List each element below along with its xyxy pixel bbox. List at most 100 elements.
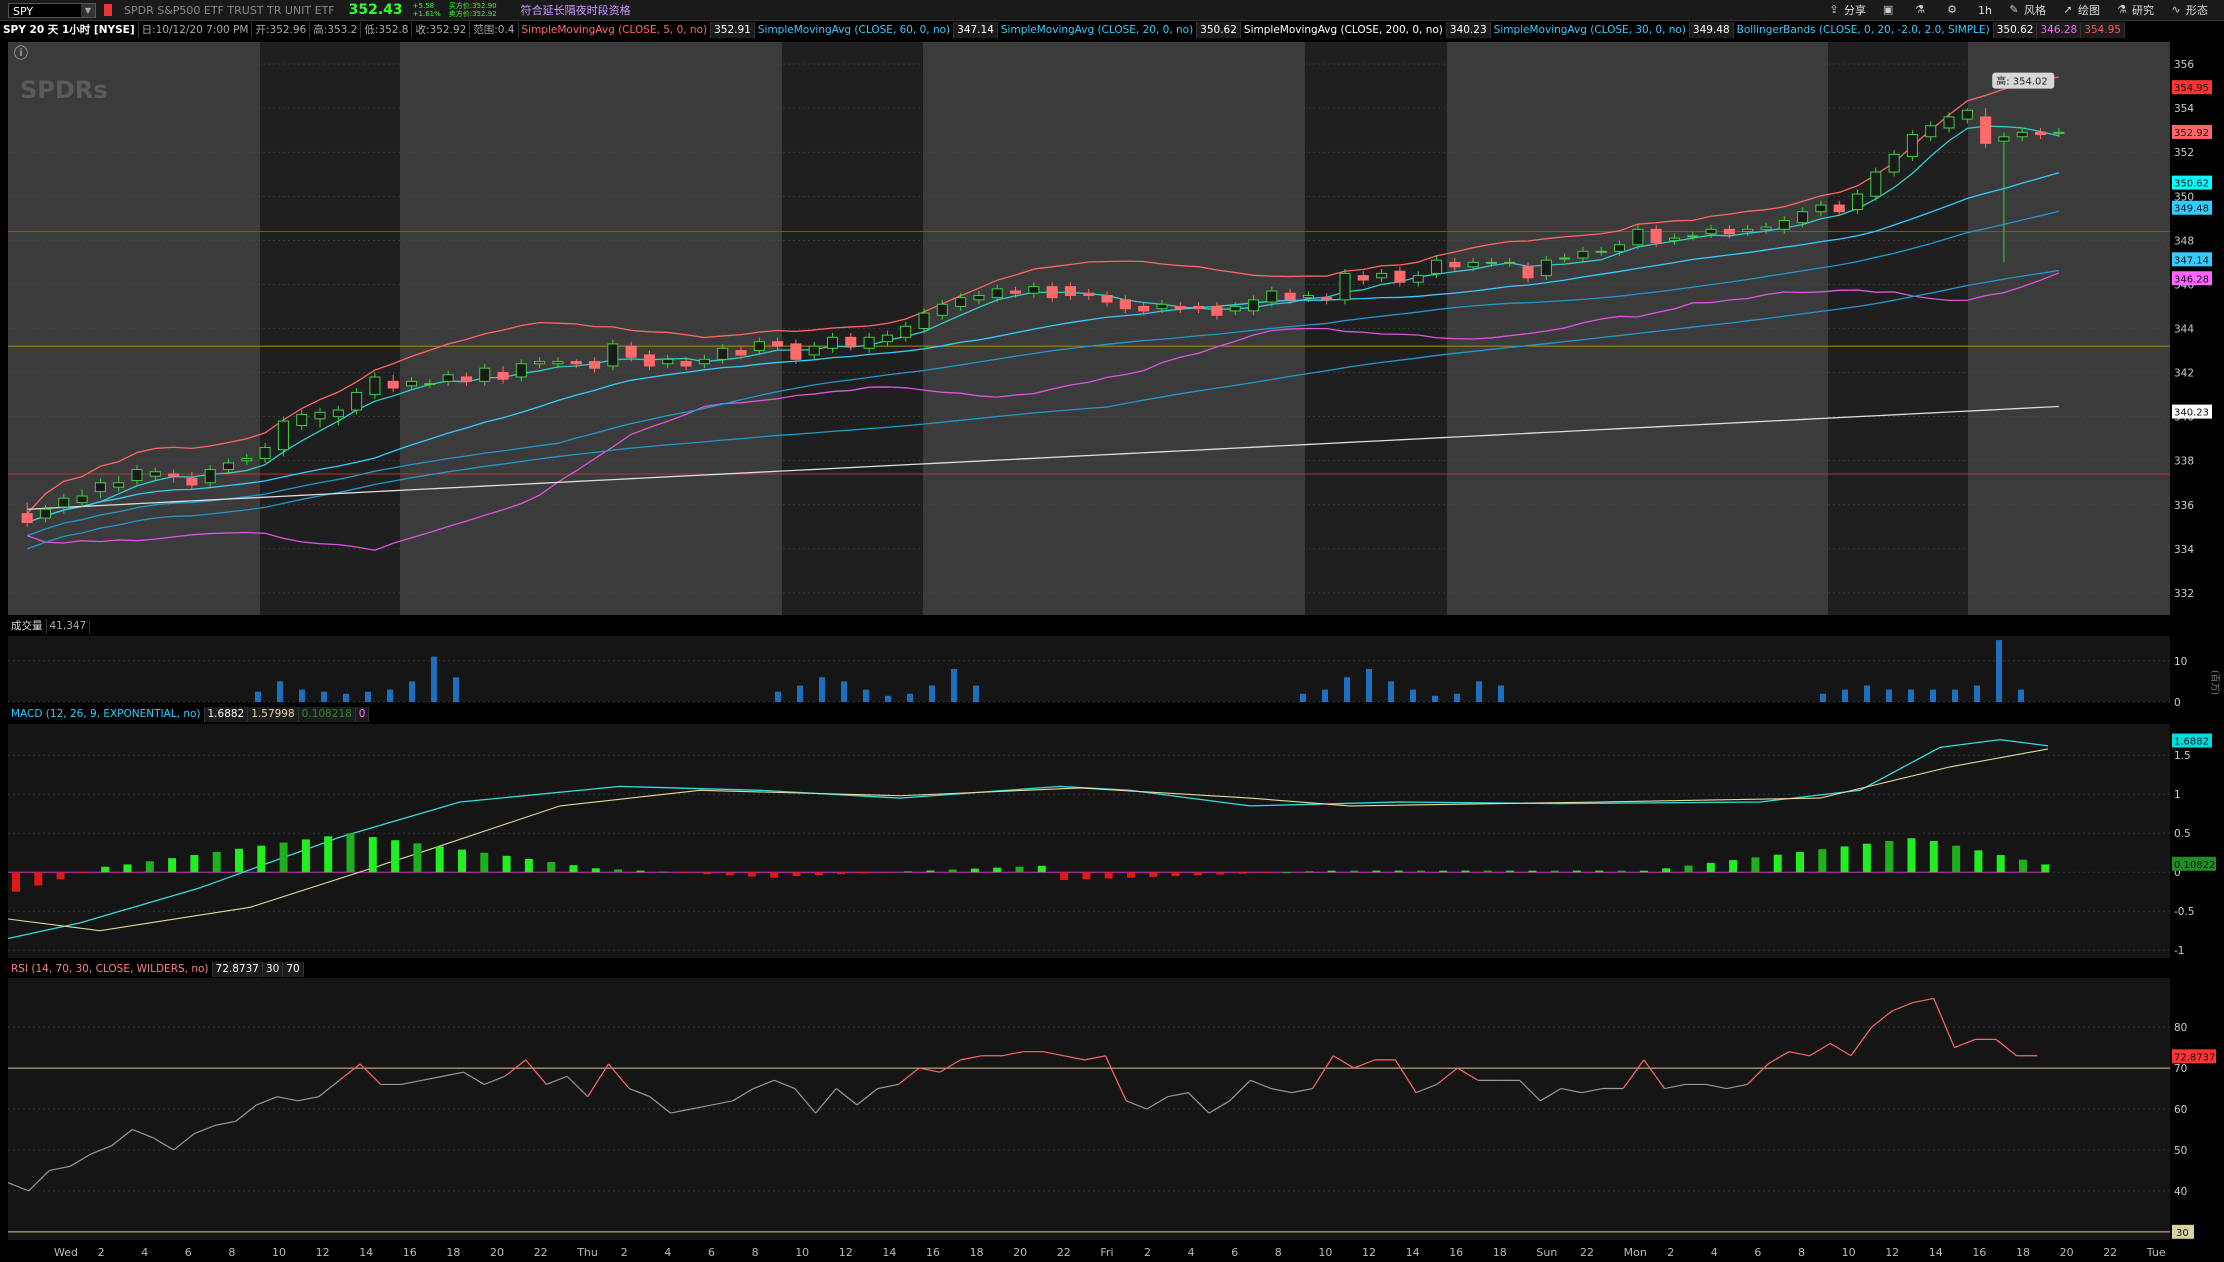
time-axis-label: 8 [1798,1246,1805,1259]
candle-up [1797,211,1809,224]
macd-tick-label: 1 [2174,789,2181,801]
macd-histogram-bar [1483,870,1492,873]
time-axis-label: 16 [1972,1246,1986,1259]
volume-bar [1952,689,1958,702]
candle-down [1064,286,1076,296]
macd-histogram-bar [1952,845,1961,873]
candle-up [442,374,454,382]
rsi-tick-label: 80 [2174,1022,2187,1034]
candle-down [497,372,509,380]
volume-bar [277,681,283,702]
time-axis-label: Tue [2146,1246,2166,1259]
macd-histogram-bar [34,872,43,886]
candle-up [1742,228,1754,233]
volume-bar [841,681,847,702]
time-axis-label: 20 [2060,1246,2074,1259]
candle-down [1522,266,1534,279]
candle-up [2053,131,2065,134]
volume-bar [1908,689,1914,702]
volume-bar [1366,669,1372,702]
price-tick-label: 334 [2174,544,2194,556]
macd-histogram-bar [145,861,154,873]
volume-bar [1344,677,1350,702]
candle-up [39,508,51,519]
macd-histogram-bar [926,870,935,873]
macd-tick-label: 1.5 [2174,750,2191,762]
volume-bar [907,693,913,702]
price-tick-label: 342 [2174,368,2194,380]
macd-histogram-bar [1350,870,1358,873]
candle-up [204,469,216,484]
macd-histogram-bar [235,848,243,873]
macd-tick-label: -1 [2174,945,2184,957]
volume-bar [1820,693,1826,702]
volume-bar [929,685,935,702]
volume-unit-label: (百万) [2209,670,2220,695]
volume-bar [819,677,825,702]
macd-histogram-bar [859,872,868,874]
watermark-logo: SPDRs [20,76,108,104]
macd-histogram-bar [569,865,578,873]
macd-histogram-bar [1216,872,1225,875]
macd-histogram-bar [1528,870,1537,873]
candle-down [1449,261,1461,268]
volume-bar [453,677,459,702]
macd-histogram-bar [747,872,756,877]
candle-up [1870,171,1882,197]
candle-down [570,361,582,365]
macd-histogram-bar [480,852,489,873]
macd-histogram-bar [547,862,556,873]
macd-histogram-bar [1037,865,1046,873]
volume-bar [1300,693,1306,702]
macd-histogram-bar [837,872,846,875]
time-axis-label: 18 [1493,1246,1507,1259]
time-axis-label: 8 [228,1246,235,1259]
candle-up [369,376,381,396]
macd-histogram-bar [636,870,645,873]
candle-down [772,341,784,347]
macd-panel: -1-0.500.511.51.68820.10822 [7,724,2216,958]
macd-histogram-bar [970,868,979,873]
volume-bar [1996,640,2002,702]
macd-background [8,724,2170,958]
candle-down [1394,270,1406,283]
chart-canvas[interactable]: 332334336338340342344346348350352354356高… [0,0,2224,1262]
candle-up [296,413,308,426]
candle-up [277,420,289,451]
candle-up [753,341,765,352]
time-axis-label: 6 [185,1246,192,1259]
macd-histogram-bar [792,872,801,877]
candle-up [259,447,271,460]
macd-histogram-bar [1127,872,1135,878]
volume-bar [797,685,803,702]
time-axis-label: 4 [664,1246,671,1259]
candle-up [1412,275,1424,283]
candle-up [1504,261,1516,264]
macd-histogram-bar [524,858,533,873]
macd-histogram-bar [1283,872,1292,874]
time-axis-label: Wed [54,1246,78,1259]
candle-up [76,495,88,504]
candle-down [1193,305,1205,310]
time-axis: Wed 2 4 6 8 10 12 14 16 18 20 22 Thu 2 4 6 8 10 12 14 16 18 20… [54,1246,2166,1259]
candle-up [552,361,564,365]
volume-bar [1886,689,1892,702]
candle-down [1138,305,1150,312]
time-axis-label: 14 [1406,1246,1420,1259]
time-axis-label: 22 [534,1246,548,1259]
macd-histogram-bar [1104,872,1113,879]
rsi-tick-label: 60 [2174,1104,2187,1116]
volume-bar [1388,681,1394,702]
price-tick-label: 352 [2174,147,2194,159]
candle-up [955,297,967,307]
candle-down [1211,305,1223,316]
candle-up [1540,259,1552,277]
candle-up [1339,272,1351,301]
candle-up [808,345,820,356]
macd-diff-tag-label: 0.10822 [2174,860,2215,871]
macd-histogram-bar [1573,870,1581,873]
volume-bar [431,656,437,702]
candle-up [222,462,235,471]
time-axis-label: Fri [1100,1246,1113,1259]
candle-down [845,336,857,347]
